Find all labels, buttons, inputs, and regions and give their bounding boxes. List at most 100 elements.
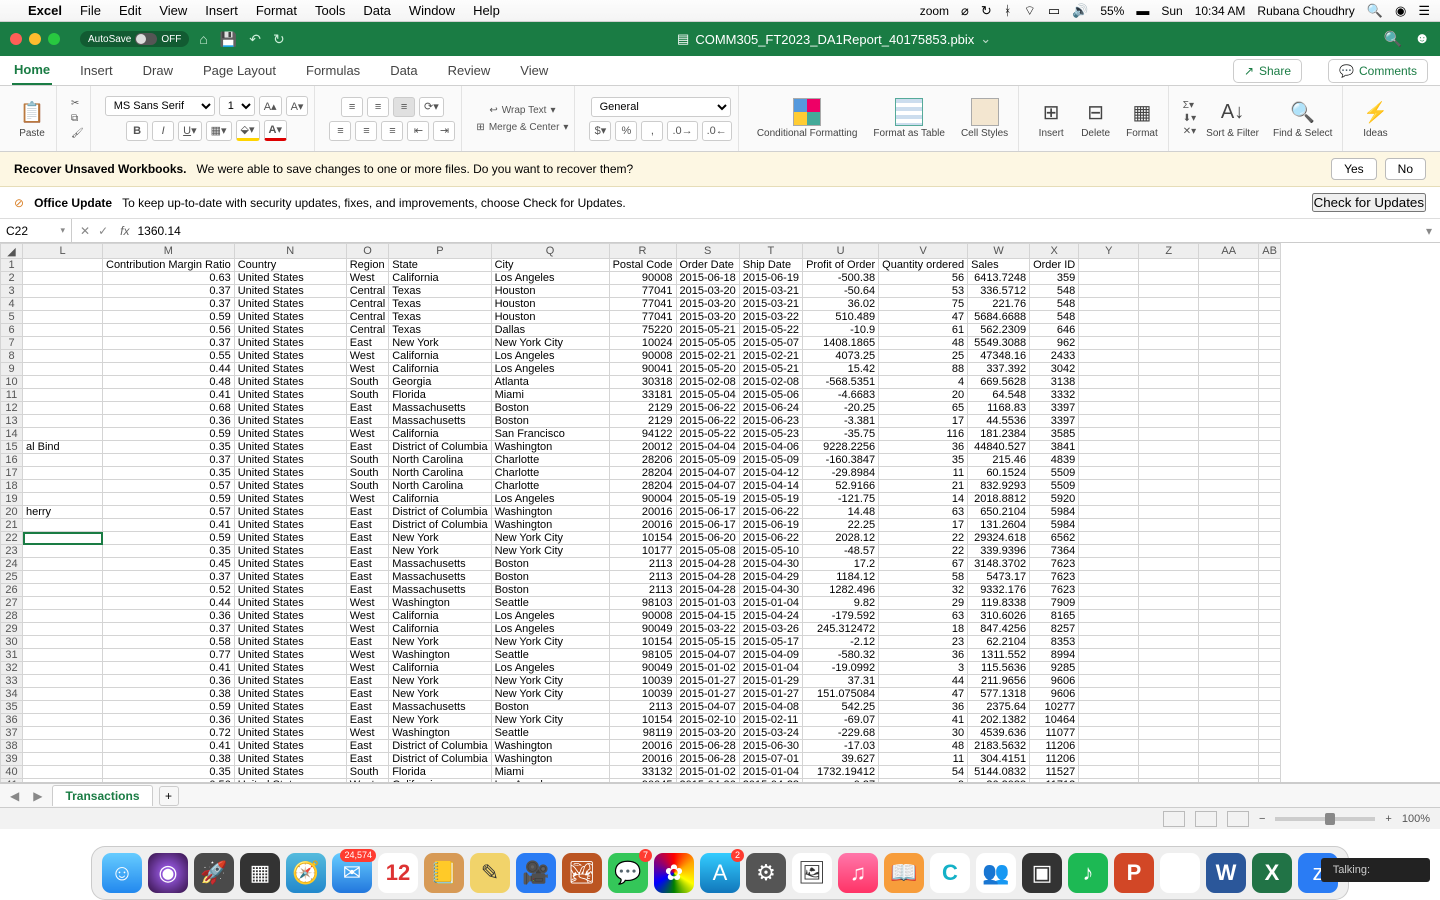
row-header[interactable]: 25	[1, 571, 23, 584]
cell[interactable]	[1259, 519, 1281, 532]
cell[interactable]: 962	[1030, 337, 1079, 350]
cell[interactable]: San Francisco	[491, 428, 609, 441]
col-header-U[interactable]: U	[803, 244, 879, 259]
cell[interactable]: 11527	[1030, 766, 1079, 779]
cell[interactable]	[1079, 285, 1139, 298]
cell[interactable]: 0.57	[103, 506, 235, 519]
cell[interactable]: Los Angeles	[491, 623, 609, 636]
teams-icon[interactable]: 👥	[976, 853, 1016, 893]
row-header[interactable]: 4	[1, 298, 23, 311]
cell[interactable]	[1259, 402, 1281, 415]
cell[interactable]: 2113	[609, 558, 676, 571]
battery-icon[interactable]: ▬	[1136, 3, 1149, 18]
cell[interactable]	[1079, 415, 1139, 428]
cell[interactable]: 0.41	[103, 389, 235, 402]
cell[interactable]: Miami	[491, 389, 609, 402]
cell[interactable]	[1139, 766, 1199, 779]
find-select-button[interactable]: 🔍Find & Select	[1269, 98, 1336, 139]
cell[interactable]: United States	[234, 350, 346, 363]
align-right-icon[interactable]: ≡	[381, 121, 403, 141]
italic-button[interactable]: I	[152, 121, 174, 141]
row-header[interactable]: 9	[1, 363, 23, 376]
cell[interactable]: 2015-06-20	[676, 532, 739, 545]
cell[interactable]: 2015-01-02	[676, 766, 739, 779]
cell[interactable]: 2015-02-21	[676, 350, 739, 363]
cell[interactable]	[23, 402, 103, 415]
enter-formula-icon[interactable]: ✓	[98, 224, 108, 238]
cell[interactable]: District of Columbia	[389, 506, 491, 519]
cell[interactable]: 9.82	[803, 597, 879, 610]
cell[interactable]: Boston	[491, 584, 609, 597]
cell[interactable]	[1139, 688, 1199, 701]
cell[interactable]: 562.2309	[968, 324, 1030, 337]
cell[interactable]: East	[346, 337, 388, 350]
cell[interactable]: 4839	[1030, 454, 1079, 467]
cell[interactable]: 8994	[1030, 649, 1079, 662]
cell[interactable]: Boston	[491, 402, 609, 415]
cell[interactable]: 0.35	[103, 766, 235, 779]
cell[interactable]	[23, 415, 103, 428]
cell[interactable]: Texas	[389, 285, 491, 298]
tab-review[interactable]: Review	[446, 57, 493, 84]
cell[interactable]: District of Columbia	[389, 519, 491, 532]
expand-formula-icon[interactable]: ▾	[1418, 224, 1440, 238]
cell[interactable]: West	[346, 662, 388, 675]
ibooks-icon[interactable]: 📖	[884, 853, 924, 893]
cell[interactable]: 2015-05-19	[676, 493, 739, 506]
cell[interactable]: 61	[879, 324, 968, 337]
row-header[interactable]: 7	[1, 337, 23, 350]
col-header-X[interactable]: X	[1030, 244, 1079, 259]
menu-insert[interactable]: Insert	[205, 3, 238, 18]
col-header-M[interactable]: M	[103, 244, 235, 259]
cell[interactable]: Texas	[389, 311, 491, 324]
cell[interactable]: United States	[234, 363, 346, 376]
cell[interactable]: 98105	[609, 649, 676, 662]
cell[interactable]: 77041	[609, 311, 676, 324]
row-header[interactable]: 29	[1, 623, 23, 636]
cell[interactable]: 2015-02-11	[739, 714, 802, 727]
cell[interactable]: California	[389, 363, 491, 376]
cell[interactable]: 44840.527	[968, 441, 1030, 454]
volume-icon[interactable]: 🔊	[1072, 3, 1088, 19]
cell[interactable]: -48.57	[803, 545, 879, 558]
cell[interactable]: 7623	[1030, 584, 1079, 597]
cell[interactable]: 90008	[609, 610, 676, 623]
cell[interactable]: 9606	[1030, 688, 1079, 701]
row-header[interactable]: 19	[1, 493, 23, 506]
cell[interactable]: -17.03	[803, 740, 879, 753]
cell[interactable]: 1732.19412	[803, 766, 879, 779]
cell[interactable]: 47	[879, 311, 968, 324]
cell[interactable]: 8353	[1030, 636, 1079, 649]
row-header[interactable]: 15	[1, 441, 23, 454]
cell[interactable]: 115.5636	[968, 662, 1030, 675]
cell[interactable]: 2015-01-04	[739, 766, 802, 779]
cell[interactable]: 2015-05-07	[739, 337, 802, 350]
cell[interactable]: Massachusetts	[389, 571, 491, 584]
cell[interactable]: 20016	[609, 753, 676, 766]
cell[interactable]: 2015-05-09	[739, 454, 802, 467]
cell[interactable]: 6413.7248	[968, 272, 1030, 285]
cell[interactable]: 64.548	[968, 389, 1030, 402]
cell[interactable]	[1199, 701, 1259, 714]
cell[interactable]: -121.75	[803, 493, 879, 506]
cell[interactable]: West	[346, 272, 388, 285]
cell[interactable]	[1199, 506, 1259, 519]
cell[interactable]: 646	[1030, 324, 1079, 337]
mail-icon[interactable]: ✉24,574	[332, 853, 372, 893]
cell[interactable]: 88	[879, 363, 968, 376]
cell[interactable]: 650.2104	[968, 506, 1030, 519]
row-header[interactable]: 37	[1, 727, 23, 740]
cell[interactable]: East	[346, 402, 388, 415]
cell[interactable]: 245.312472	[803, 623, 879, 636]
cell[interactable]: West	[346, 623, 388, 636]
cell[interactable]	[1079, 272, 1139, 285]
cell[interactable]: United States	[234, 558, 346, 571]
cell[interactable]: 2015-06-22	[676, 402, 739, 415]
merge-center-button[interactable]: Merge & Center	[489, 122, 560, 133]
cell[interactable]	[23, 779, 103, 784]
cell[interactable]	[1259, 441, 1281, 454]
cell[interactable]: 33181	[609, 389, 676, 402]
row-header[interactable]: 16	[1, 454, 23, 467]
cell[interactable]: North Carolina	[389, 454, 491, 467]
cell[interactable]: 2015-01-04	[739, 597, 802, 610]
